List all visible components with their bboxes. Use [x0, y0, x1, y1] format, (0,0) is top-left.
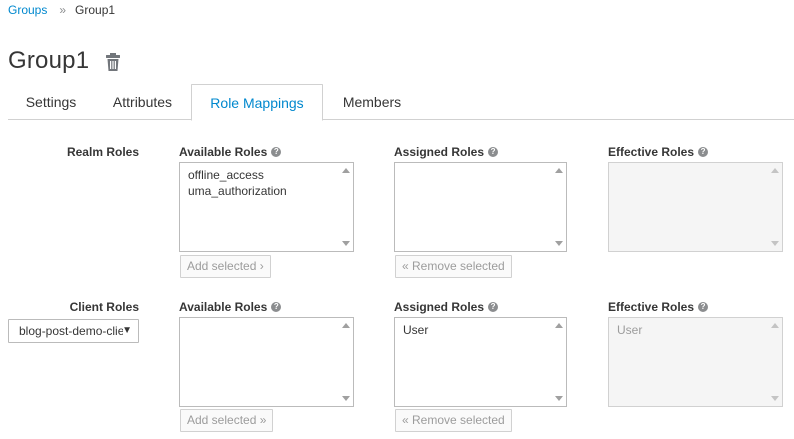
breadcrumb-current: Group1 [75, 3, 116, 17]
realm-effective-header: Effective Roles ? [608, 145, 709, 159]
help-icon[interactable]: ? [698, 302, 709, 312]
page-title: Group1 [8, 47, 90, 74]
realm-effective-roles-list [608, 162, 783, 252]
scroll-up-icon [771, 168, 779, 173]
scroll-up-icon[interactable] [555, 323, 563, 328]
scrollbar [767, 163, 782, 251]
breadcrumb-separator: » [59, 3, 67, 17]
realm-effective-header-text: Effective Roles [608, 145, 695, 159]
client-available-roles-list[interactable] [179, 317, 354, 407]
realm-available-options: offline_access uma_authorization [188, 167, 337, 199]
realm-roles-label: Realm Roles [66, 145, 139, 159]
scroll-down-icon[interactable] [342, 396, 350, 401]
client-assigned-options: User [403, 322, 550, 338]
scroll-down-icon[interactable] [555, 396, 563, 401]
tab-settings[interactable]: Settings [8, 84, 94, 120]
breadcrumb-groups-link[interactable]: Groups [8, 3, 47, 17]
client-select-value: blog-post-demo-client [19, 324, 123, 338]
client-available-header: Available Roles ? [179, 300, 282, 314]
scrollbar[interactable] [338, 163, 353, 251]
scrollbar[interactable] [338, 318, 353, 406]
scrollbar[interactable] [551, 163, 566, 251]
breadcrumb: Groups » Group1 [8, 3, 115, 17]
client-assigned-roles-list[interactable]: User [394, 317, 567, 407]
client-assigned-header-text: Assigned Roles [394, 300, 485, 314]
client-available-header-text: Available Roles [179, 300, 268, 314]
realm-available-header: Available Roles ? [179, 145, 282, 159]
scrollbar [767, 318, 782, 406]
trash-icon[interactable] [105, 52, 121, 72]
help-icon[interactable]: ? [488, 147, 499, 157]
tab-attributes[interactable]: Attributes [94, 84, 191, 120]
client-roles-label: Client Roles [69, 300, 139, 314]
scroll-up-icon[interactable] [342, 323, 350, 328]
help-icon[interactable]: ? [698, 147, 709, 157]
client-effective-options: User [617, 322, 766, 338]
scroll-down-icon[interactable] [555, 241, 563, 246]
client-effective-header-text: Effective Roles [608, 300, 695, 314]
scroll-up-icon[interactable] [342, 168, 350, 173]
list-option[interactable]: uma_authorization [188, 183, 337, 199]
realm-available-roles-list[interactable]: offline_access uma_authorization [179, 162, 354, 252]
client-select[interactable]: blog-post-demo-client ▼ [8, 319, 139, 343]
realm-add-selected-button[interactable]: Add selected › [180, 255, 271, 278]
client-assigned-header: Assigned Roles ? [394, 300, 499, 314]
tab-members[interactable]: Members [323, 84, 421, 120]
help-icon[interactable]: ? [488, 302, 499, 312]
client-add-selected-button[interactable]: Add selected » [180, 409, 274, 432]
caret-down-icon: ▼ [122, 325, 132, 336]
realm-assigned-roles-list[interactable] [394, 162, 567, 252]
realm-available-header-text: Available Roles [179, 145, 268, 159]
scrollbar[interactable] [551, 318, 566, 406]
tab-role-mappings[interactable]: Role Mappings [191, 84, 323, 121]
client-remove-selected-button[interactable]: « Remove selected [395, 409, 512, 432]
client-effective-header: Effective Roles ? [608, 300, 709, 314]
help-icon[interactable]: ? [271, 302, 282, 312]
tab-bar: Settings Attributes Role Mappings Member… [8, 84, 794, 121]
list-option[interactable]: User [403, 322, 550, 338]
help-icon[interactable]: ? [271, 147, 282, 157]
scroll-down-icon [771, 241, 779, 246]
scroll-down-icon [771, 396, 779, 401]
scroll-up-icon[interactable] [555, 168, 563, 173]
list-option: User [617, 323, 643, 337]
realm-assigned-header-text: Assigned Roles [394, 145, 485, 159]
realm-assigned-header: Assigned Roles ? [394, 145, 499, 159]
client-effective-roles-list: User [608, 317, 783, 407]
list-option[interactable]: offline_access [188, 167, 337, 183]
realm-remove-selected-button[interactable]: « Remove selected [395, 255, 512, 278]
scroll-down-icon[interactable] [342, 241, 350, 246]
scroll-up-icon [771, 323, 779, 328]
